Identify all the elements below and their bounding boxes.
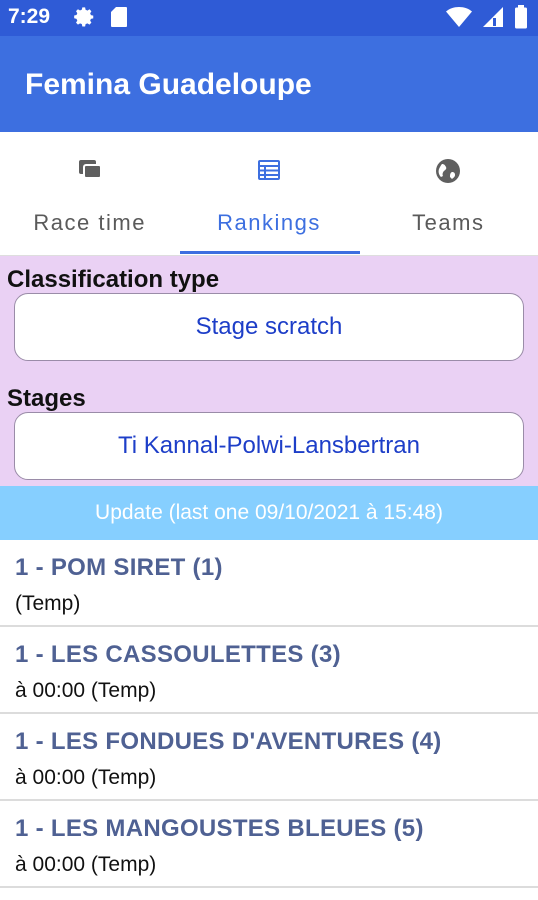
tab-label: Teams	[412, 210, 485, 235]
status-bar: 7:29	[0, 0, 538, 36]
rankings-list: 1 - POM SIRET (1) (Temp) 1 - LES CASSOUL…	[0, 540, 538, 888]
tab-rankings[interactable]: Rankings	[179, 132, 358, 256]
item-subtitle: à 00:00 (Temp)	[15, 766, 157, 789]
tab-indicator	[180, 251, 360, 254]
item-title: 1 - LES FONDUES D'AVENTURES (4)	[15, 728, 442, 755]
item-title: 1 - LES CASSOULETTES (3)	[15, 641, 341, 668]
item-subtitle: à 00:00 (Temp)	[15, 853, 157, 876]
classification-type-label: Classification type	[7, 266, 220, 293]
tab-label: Race time	[33, 210, 146, 235]
item-title: 1 - POM SIRET (1)	[15, 554, 223, 581]
update-button[interactable]: Update (last one 09/10/2021 à 15:48)	[0, 486, 538, 540]
list-item[interactable]: 1 - LES FONDUES D'AVENTURES (4) à 00:00 …	[0, 714, 538, 801]
gear-icon	[74, 6, 96, 33]
wifi-icon	[446, 6, 472, 33]
filters-panel: Classification type Stage scratch Stages…	[0, 256, 538, 486]
tab-bar: Race time Rankings Teams	[0, 132, 538, 256]
status-time: 7:29	[8, 5, 51, 28]
item-subtitle: à 00:00 (Temp)	[15, 679, 157, 702]
globe-icon	[435, 158, 461, 189]
tab-label: Rankings	[217, 210, 321, 235]
list-item[interactable]: 1 - LES CASSOULETTES (3) à 00:00 (Temp)	[0, 627, 538, 714]
list-item[interactable]: 1 - LES MANGOUSTES BLEUES (5) à 00:00 (T…	[0, 801, 538, 888]
app-bar: Femina Guadeloupe	[0, 36, 538, 132]
sd-card-icon	[110, 6, 128, 33]
classification-type-select[interactable]: Stage scratch	[14, 293, 524, 361]
item-title: 1 - LES MANGOUSTES BLEUES (5)	[15, 815, 424, 842]
list-item[interactable]: 1 - POM SIRET (1) (Temp)	[0, 540, 538, 627]
stages-select[interactable]: Ti Kannal-Polwi-Lansbertran	[14, 412, 524, 480]
table-icon	[257, 158, 281, 187]
tab-teams[interactable]: Teams	[359, 132, 538, 256]
app-title: Femina Guadeloupe	[25, 68, 312, 101]
status-icons-right	[446, 5, 528, 34]
item-subtitle: (Temp)	[15, 592, 81, 615]
laptop-icon	[77, 158, 103, 187]
stages-label: Stages	[7, 385, 86, 412]
signal-icon	[482, 6, 504, 33]
status-icons-left	[74, 6, 128, 33]
tab-race-time[interactable]: Race time	[0, 132, 179, 256]
battery-icon	[514, 5, 528, 34]
